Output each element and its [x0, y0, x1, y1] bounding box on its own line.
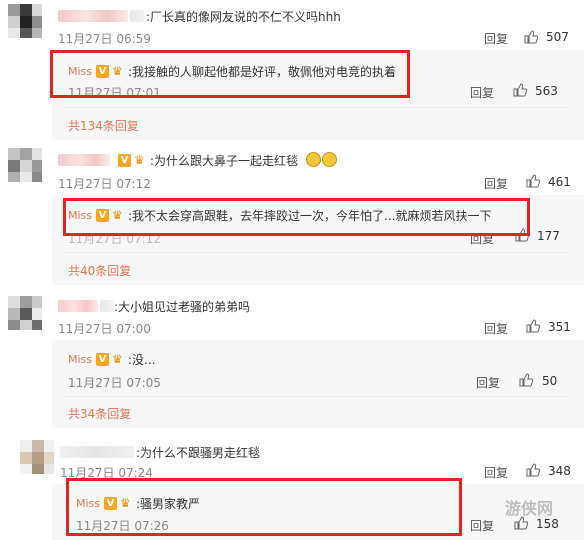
avatar[interactable]	[8, 296, 42, 330]
member-badge-icon: ♛	[112, 352, 123, 366]
member-badge-icon: ♛	[134, 153, 145, 167]
user-badge-blurred	[100, 300, 114, 312]
user-badge-blurred	[130, 10, 144, 22]
thumbs-up-icon[interactable]	[526, 463, 540, 477]
comment-text: :厂长真的像网友说的不仁不义吗hhh	[146, 10, 341, 24]
like-count: 177	[537, 229, 560, 243]
reply-time: 11月27日 07:05	[68, 376, 161, 390]
comment-time: 11月27日 07:12	[58, 177, 151, 191]
avatar[interactable]	[20, 440, 54, 474]
username-blurred[interactable]	[58, 154, 110, 166]
reply-button[interactable]: 回复	[470, 84, 494, 101]
reply-button[interactable]: 回复	[470, 517, 494, 534]
comment-time: 11月27日 07:00	[58, 322, 151, 336]
avatar[interactable]	[8, 148, 42, 182]
like-count: 348	[548, 464, 571, 478]
reply-text: :没...	[128, 353, 156, 367]
avatar[interactable]	[8, 4, 42, 38]
comment-text: :为什么跟大鼻子一起走红毯	[150, 154, 299, 168]
cat-emoji-icon	[306, 152, 321, 167]
divider	[62, 396, 567, 397]
like-count: 50	[542, 374, 558, 388]
thumbs-up-icon[interactable]	[513, 83, 527, 97]
username-blurred[interactable]	[58, 300, 98, 312]
more-replies-link[interactable]: 共40条回复	[68, 262, 131, 279]
username-blurred[interactable]	[58, 10, 128, 22]
divider	[62, 252, 567, 253]
highlight-box	[50, 50, 410, 98]
reply-button[interactable]: 回复	[476, 374, 500, 391]
more-replies-link[interactable]: 共134条回复	[68, 117, 139, 134]
reply-button[interactable]: 回复	[484, 175, 508, 192]
like-count: 461	[548, 175, 571, 189]
comment-text: :大小姐见过老骚的弟弟吗	[114, 300, 251, 314]
thumbs-up-icon[interactable]	[519, 373, 533, 387]
cat-emoji-icon	[322, 152, 337, 167]
verified-badge: V	[96, 353, 109, 366]
thumbs-up-icon[interactable]	[524, 30, 538, 44]
thumbs-up-icon[interactable]	[526, 319, 540, 333]
username-blurred[interactable]	[60, 446, 134, 458]
verified-badge: V	[118, 154, 131, 167]
divider	[62, 107, 567, 108]
comment-time: 11月27日 06:59	[58, 32, 151, 46]
reply-button[interactable]: 回复	[484, 464, 508, 481]
reply-author[interactable]: Miss	[68, 353, 92, 366]
highlight-box	[66, 478, 462, 536]
like-count: 563	[535, 84, 558, 98]
watermark: 游侠网	[505, 499, 554, 518]
comment-text: :为什么不跟骚男走红毯	[136, 446, 261, 460]
thumbs-up-icon[interactable]	[526, 174, 540, 188]
reply-button[interactable]: 回复	[484, 320, 508, 337]
highlight-box	[63, 198, 530, 236]
like-count: 507	[546, 30, 569, 44]
like-count: 351	[548, 320, 571, 334]
like-count: 158	[536, 517, 559, 531]
more-replies-link[interactable]: 共34条回复	[68, 405, 131, 422]
reply-button[interactable]: 回复	[484, 30, 508, 47]
